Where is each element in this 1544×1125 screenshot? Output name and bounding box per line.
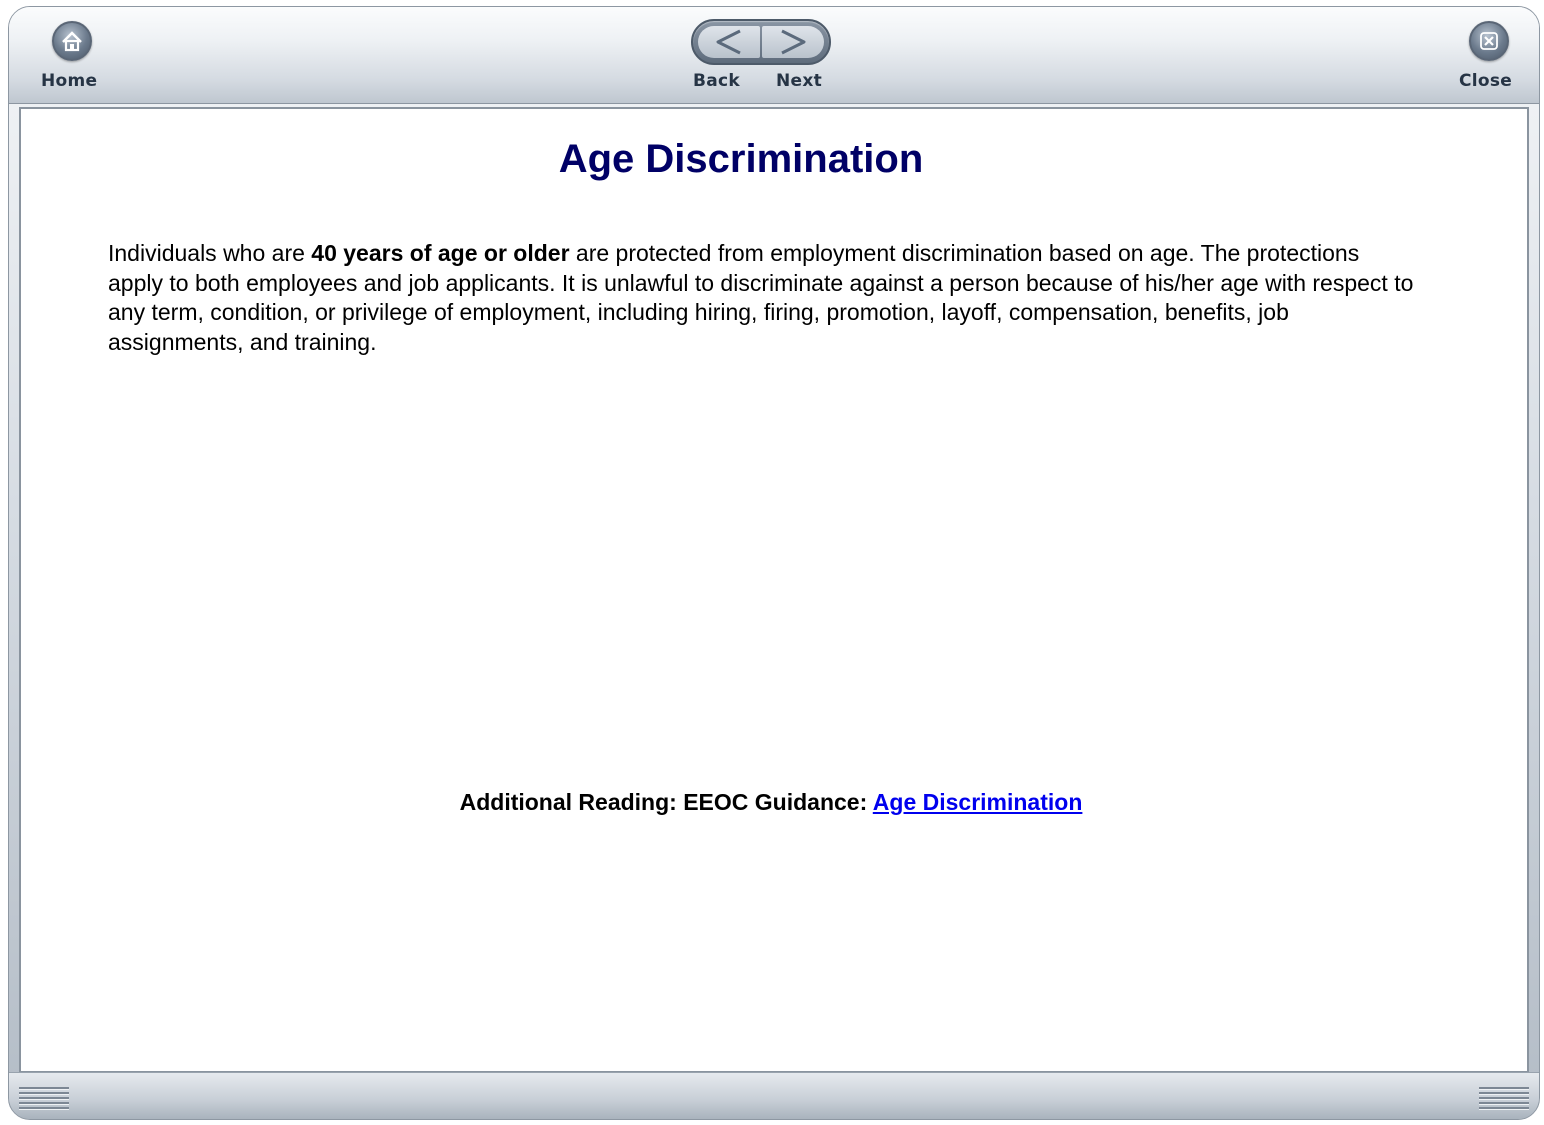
page-title: Age Discrimination xyxy=(558,137,924,181)
age-discrimination-link[interactable]: Age Discrimination xyxy=(873,789,1083,815)
back-label[interactable]: Back xyxy=(693,71,740,91)
next-label[interactable]: Next xyxy=(776,71,822,91)
resize-grip-icon[interactable] xyxy=(19,1087,69,1110)
additional-reading-label: Additional Reading: EEOC Guidance: xyxy=(459,789,873,815)
resize-grip-icon[interactable] xyxy=(1479,1087,1529,1110)
arrow-left-icon xyxy=(716,29,741,55)
body-paragraph: Individuals who are 40 years of age or o… xyxy=(108,239,1418,357)
body-emphasis: 40 years of age or older xyxy=(311,240,570,266)
home-button[interactable] xyxy=(52,21,92,61)
body-intro: Individuals who are xyxy=(108,240,312,266)
close-icon xyxy=(1480,32,1498,50)
next-button[interactable] xyxy=(762,26,824,58)
arrow-right-icon xyxy=(781,29,806,55)
content-pane: Age Discrimination Individuals who are 4… xyxy=(19,107,1529,1073)
top-toolbar: Home Back Next Close xyxy=(9,7,1539,104)
bottom-bar xyxy=(9,1072,1539,1119)
home-label[interactable]: Home xyxy=(41,71,97,91)
back-next-control xyxy=(691,19,831,65)
close-button[interactable] xyxy=(1469,21,1509,61)
close-label[interactable]: Close xyxy=(1459,71,1512,91)
back-button[interactable] xyxy=(698,26,760,58)
home-icon xyxy=(62,31,82,52)
additional-reading: Additional Reading: EEOC Guidance: Age D… xyxy=(21,789,1521,816)
viewer-window: Home Back Next Close Age Discrimination … xyxy=(8,6,1540,1120)
